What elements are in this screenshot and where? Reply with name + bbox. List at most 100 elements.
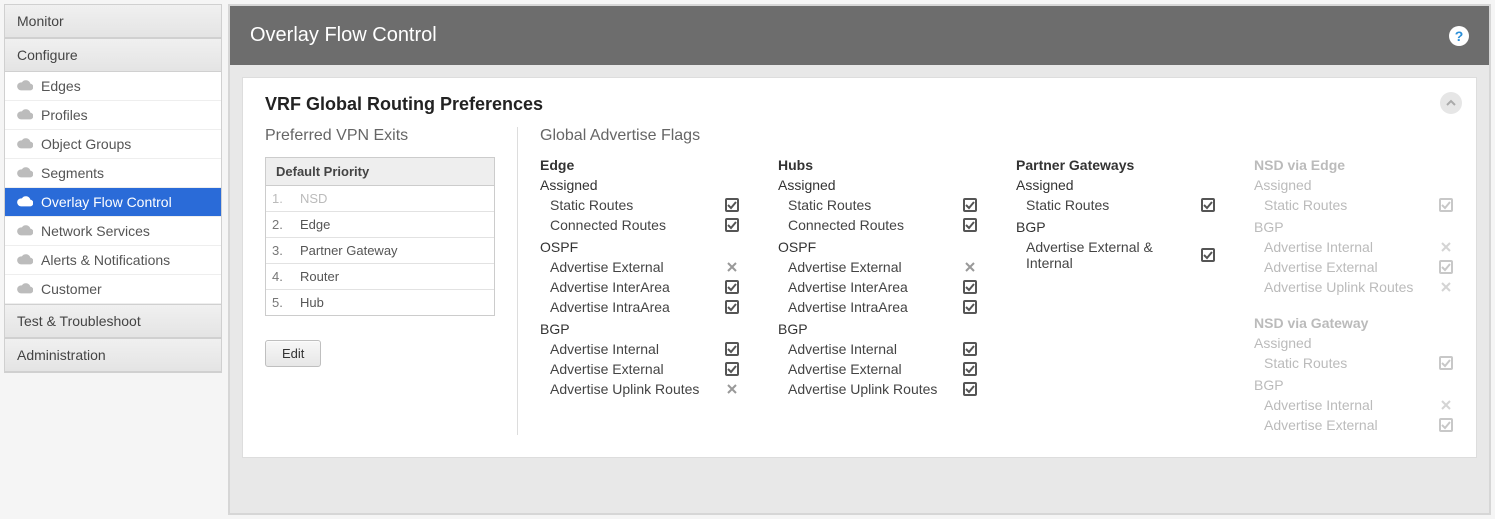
cloud-icon xyxy=(17,78,33,94)
flag-label: Advertise Uplink Routes xyxy=(550,381,699,397)
flag-row: Advertise Uplink Routes xyxy=(1254,277,1454,297)
flag-label: Advertise External xyxy=(550,259,664,275)
priority-name: NSD xyxy=(294,186,494,211)
sidebar-item-label: Overlay Flow Control xyxy=(41,194,172,210)
check-icon xyxy=(962,362,978,376)
flag-label: Advertise Internal xyxy=(1264,239,1373,255)
flag-label: Advertise Uplink Routes xyxy=(788,381,937,397)
priority-number: 4. xyxy=(266,264,294,289)
cloud-icon xyxy=(17,107,33,123)
check-icon xyxy=(724,218,740,232)
sidebar-item-network-services[interactable]: Network Services xyxy=(5,217,221,246)
sidebar-section-test[interactable]: Test & Troubleshoot xyxy=(5,304,221,338)
sidebar-section-configure[interactable]: Configure xyxy=(5,38,221,72)
flag-row: Advertise IntraArea xyxy=(778,297,978,317)
sidebar-item-edges[interactable]: Edges xyxy=(5,72,221,101)
priority-row[interactable]: 4.Router xyxy=(266,264,494,290)
priority-row[interactable]: 3.Partner Gateway xyxy=(266,238,494,264)
priority-row[interactable]: 2.Edge xyxy=(266,212,494,238)
page-title: Overlay Flow Control xyxy=(250,24,437,47)
flag-group-label: OSPF xyxy=(778,239,978,255)
flag-column-title: NSD via Gateway xyxy=(1254,315,1454,331)
check-icon xyxy=(724,300,740,314)
flag-label: Static Routes xyxy=(1026,197,1109,213)
flag-label: Static Routes xyxy=(1264,355,1347,371)
flag-label: Advertise External xyxy=(788,361,902,377)
flag-row: Static Routes xyxy=(1254,353,1454,373)
sidebar-item-customer[interactable]: Customer xyxy=(5,275,221,304)
flag-row: Advertise Internal xyxy=(1254,395,1454,415)
priority-table-header: Default Priority xyxy=(266,158,494,186)
flag-label: Advertise Internal xyxy=(550,341,659,357)
x-icon xyxy=(724,383,740,395)
priority-name: Partner Gateway xyxy=(294,238,494,263)
flag-group-label: BGP xyxy=(1254,219,1454,235)
sidebar-item-object-groups[interactable]: Object Groups xyxy=(5,130,221,159)
check-icon xyxy=(962,280,978,294)
cloud-icon xyxy=(17,281,33,297)
priority-number: 1. xyxy=(266,186,294,211)
priority-name: Router xyxy=(294,264,494,289)
check-icon xyxy=(724,280,740,294)
sidebar-item-label: Network Services xyxy=(41,223,150,239)
x-icon xyxy=(962,261,978,273)
flag-label: Advertise External xyxy=(1264,417,1378,433)
flag-row: Advertise External xyxy=(540,257,740,277)
priority-number: 2. xyxy=(266,212,294,237)
sidebar-section-monitor[interactable]: Monitor xyxy=(5,5,221,38)
flag-group-label: Assigned xyxy=(1254,177,1454,193)
sidebar-item-label: Object Groups xyxy=(41,136,131,152)
collapse-icon[interactable] xyxy=(1440,92,1462,114)
sidebar-section-admin[interactable]: Administration xyxy=(5,338,221,372)
sidebar-item-label: Profiles xyxy=(41,107,88,123)
check-icon xyxy=(962,300,978,314)
sidebar-item-overlay-flow-control[interactable]: Overlay Flow Control xyxy=(5,188,221,217)
vpn-exits-title: Preferred VPN Exits xyxy=(265,127,495,145)
priority-name: Edge xyxy=(294,212,494,237)
flag-label: Connected Routes xyxy=(550,217,666,233)
cloud-icon xyxy=(17,136,33,152)
flag-label: Advertise InterArea xyxy=(788,279,908,295)
flag-column: EdgeAssignedStatic RoutesConnected Route… xyxy=(540,157,740,435)
check-icon xyxy=(1438,356,1454,370)
flag-label: Static Routes xyxy=(1264,197,1347,213)
flag-column: Partner GatewaysAssignedStatic RoutesBGP… xyxy=(1016,157,1216,435)
check-icon xyxy=(1200,198,1216,212)
check-icon xyxy=(1438,418,1454,432)
flag-row: Static Routes xyxy=(540,195,740,215)
check-icon xyxy=(1438,198,1454,212)
sidebar-item-profiles[interactable]: Profiles xyxy=(5,101,221,130)
priority-row[interactable]: 5.Hub xyxy=(266,290,494,315)
sidebar-item-segments[interactable]: Segments xyxy=(5,159,221,188)
flag-row: Advertise External xyxy=(778,257,978,277)
x-icon xyxy=(1438,281,1454,293)
check-icon xyxy=(962,198,978,212)
check-icon xyxy=(724,362,740,376)
flag-label: Advertise IntraArea xyxy=(550,299,670,315)
flag-column-title: Partner Gateways xyxy=(1016,157,1216,173)
flag-row: Advertise Uplink Routes xyxy=(778,379,978,399)
edit-button[interactable]: Edit xyxy=(265,340,321,367)
flag-group-label: BGP xyxy=(778,321,978,337)
flag-row: Advertise Internal xyxy=(778,339,978,359)
x-icon xyxy=(1438,241,1454,253)
flag-column-title: Hubs xyxy=(778,157,978,173)
flag-row: Advertise InterArea xyxy=(540,277,740,297)
main-area: Overlay Flow Control ? VRF Global Routin… xyxy=(228,4,1491,515)
global-advertise-flags: Global Advertise Flags EdgeAssignedStati… xyxy=(540,127,1454,435)
priority-row[interactable]: 1.NSD xyxy=(266,186,494,212)
flag-column-title: Edge xyxy=(540,157,740,173)
flag-label: Advertise Uplink Routes xyxy=(1264,279,1413,295)
help-icon[interactable]: ? xyxy=(1449,26,1469,46)
flag-group-label: OSPF xyxy=(540,239,740,255)
check-icon xyxy=(724,342,740,356)
panel-title: VRF Global Routing Preferences xyxy=(265,94,1454,115)
flag-row: Static Routes xyxy=(1254,195,1454,215)
check-icon xyxy=(1438,260,1454,274)
flag-row: Advertise External xyxy=(778,359,978,379)
flag-column: HubsAssignedStatic RoutesConnected Route… xyxy=(778,157,978,435)
sidebar-item-alerts-notifications[interactable]: Alerts & Notifications xyxy=(5,246,221,275)
x-icon xyxy=(724,261,740,273)
cloud-icon xyxy=(17,194,33,210)
flag-group-label: Assigned xyxy=(1254,335,1454,351)
